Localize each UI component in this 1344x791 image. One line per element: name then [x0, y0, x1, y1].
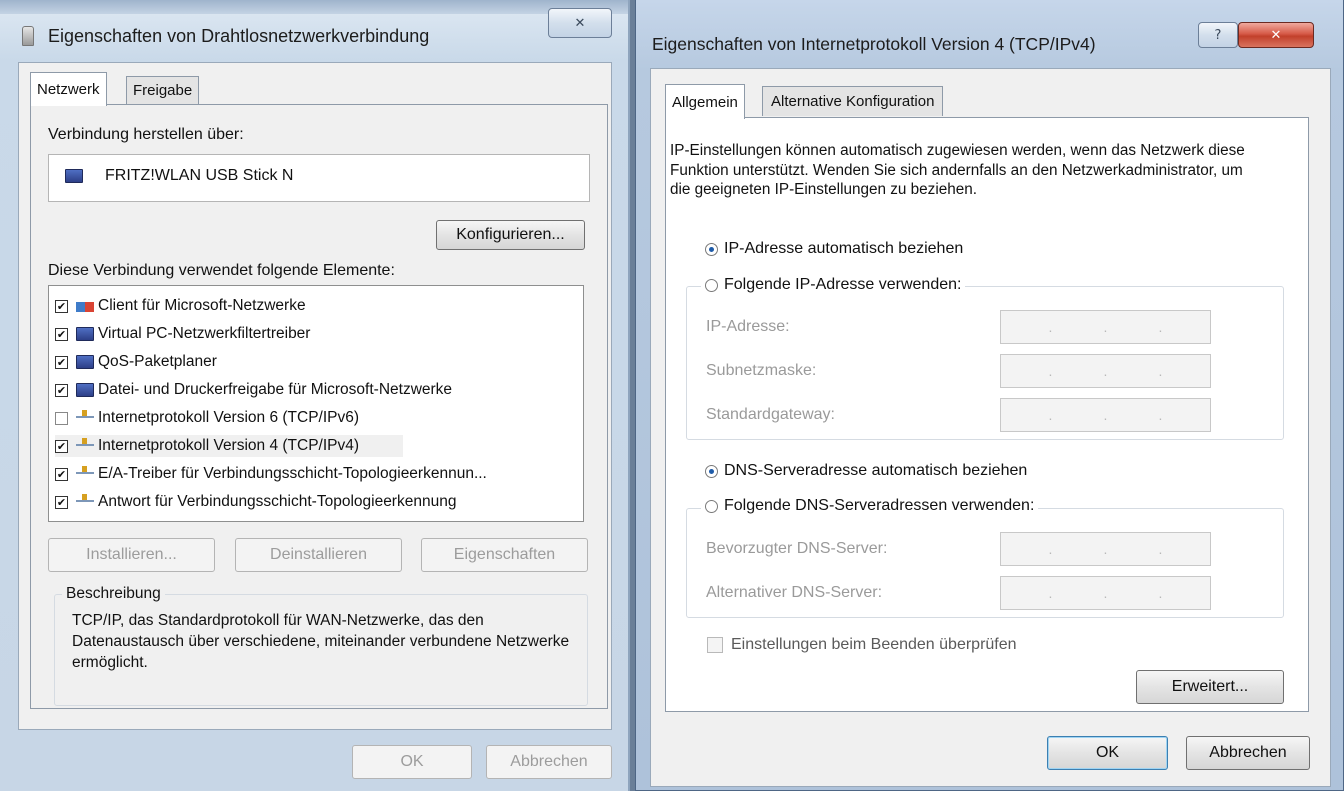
item-label: Datei- und Druckerfreigabe für Microsoft…: [98, 381, 453, 398]
item-checkbox[interactable]: ✔: [55, 355, 68, 369]
list-item[interactable]: Internetprotokoll Version 6 (TCP/IPv6): [55, 407, 359, 429]
tab-label: Allgemein: [672, 93, 738, 111]
client-icon: [76, 302, 94, 312]
item-checkbox[interactable]: [55, 411, 68, 425]
help-button[interactable]: ?: [1198, 22, 1238, 48]
right-cancel-button[interactable]: Abbrechen: [1186, 736, 1310, 770]
list-item[interactable]: ✔ Client für Microsoft-Netzwerke: [55, 295, 306, 317]
protocol-icon: [76, 438, 94, 454]
item-checkbox[interactable]: ✔: [55, 467, 68, 481]
close-icon: ✕: [1270, 27, 1282, 43]
left-ok-button[interactable]: OK: [352, 745, 472, 779]
item-checkbox[interactable]: ✔: [55, 383, 68, 397]
dns-auto-option[interactable]: DNS-Serveradresse automatisch beziehen: [705, 462, 1027, 480]
service-icon: [76, 327, 94, 341]
ip-auto-label: IP-Adresse automatisch beziehen: [724, 240, 964, 257]
close-icon: ✕: [574, 15, 586, 31]
item-label: Virtual PC-Netzwerkfiltertreiber: [98, 325, 311, 342]
adapter-name: FRITZ!WLAN USB Stick N: [105, 167, 294, 184]
alternate-dns-input[interactable]: ...: [1000, 576, 1211, 610]
item-checkbox[interactable]: ✔: [55, 299, 68, 313]
dns-manual-radio[interactable]: [705, 499, 718, 513]
preferred-dns-label: Bevorzugter DNS-Server:: [706, 540, 888, 557]
service-icon: [76, 383, 94, 397]
ip-address-label: IP-Adresse:: [706, 318, 790, 335]
dns-auto-label: DNS-Serveradresse automatisch beziehen: [724, 462, 1028, 479]
help-icon: ?: [1214, 27, 1222, 43]
left-window-title: Eigenschaften von Drahtlosnetzwerkverbin…: [48, 25, 430, 46]
list-item[interactable]: ✔ Datei- und Druckerfreigabe für Microsof…: [55, 379, 452, 401]
tab-label: Alternative Konfiguration: [771, 93, 935, 110]
ip-auto-option[interactable]: IP-Adresse automatisch beziehen: [705, 240, 963, 258]
install-button[interactable]: Installieren...: [48, 538, 215, 572]
window-top-strip: [0, 0, 628, 14]
item-checkbox[interactable]: ✔: [55, 327, 68, 341]
gateway-input[interactable]: ...: [1000, 398, 1211, 432]
item-checkbox[interactable]: ✔: [55, 495, 68, 509]
tab-label: Freigabe: [133, 82, 193, 99]
description-title: Beschreibung: [62, 585, 165, 603]
validate-settings-option[interactable]: Einstellungen beim Beenden überprüfen: [707, 636, 1017, 654]
dns-manual-label: Folgende DNS-Serveradressen verwenden:: [724, 497, 1035, 514]
validate-settings-label: Einstellungen beim Beenden überprüfen: [731, 636, 1017, 653]
item-label: E/A-Treiber für Verbindungsschicht-Topol…: [98, 465, 487, 482]
ip-address-input[interactable]: ...: [1000, 310, 1211, 344]
elements-label: Diese Verbindung verwendet folgende Elem…: [48, 262, 395, 279]
network-adapter-icon: [65, 169, 83, 183]
ip-manual-label: Folgende IP-Adresse verwenden:: [724, 276, 962, 293]
properties-button[interactable]: Eigenschaften: [421, 538, 588, 572]
list-item-selected[interactable]: ✔ Internetprotokoll Version 4 (TCP/IPv4): [55, 435, 403, 457]
list-item[interactable]: ✔ E/A-Treiber für Verbindungsschicht-Topo…: [55, 463, 487, 485]
preferred-dns-input[interactable]: ...: [1000, 532, 1211, 566]
item-label: QoS-Paketplaner: [98, 353, 217, 370]
right-window-title: Eigenschaften von Internetprotokoll Vers…: [652, 33, 1096, 54]
tab-freigabe[interactable]: Freigabe: [126, 76, 200, 104]
dns-manual-option[interactable]: Folgende DNS-Serveradressen verwenden:: [701, 497, 1039, 515]
left-cancel-button[interactable]: Abbrechen: [486, 745, 612, 779]
list-item[interactable]: ✔ Antwort für Verbindungsschicht-Topologi…: [55, 491, 456, 513]
alternate-dns-label: Alternativer DNS-Server:: [706, 584, 883, 601]
dns-auto-radio[interactable]: [705, 464, 718, 478]
left-title-bar: Eigenschaften von Drahtlosnetzwerkverbin…: [0, 14, 628, 58]
list-item[interactable]: ✔ QoS-Paketplaner: [55, 351, 217, 373]
uninstall-button[interactable]: Deinstallieren: [235, 538, 402, 572]
item-label: Antwort für Verbindungsschicht-Topologie…: [98, 493, 457, 510]
left-close-button[interactable]: ✕: [548, 8, 612, 38]
adapter-field: FRITZ!WLAN USB Stick N: [48, 154, 590, 202]
connect-via-label: Verbindung herstellen über:: [48, 126, 244, 143]
description-text: TCP/IP, das Standardprotokoll für WAN-Ne…: [72, 612, 570, 671]
ip-manual-radio[interactable]: [705, 278, 718, 292]
gateway-label: Standardgateway:: [706, 406, 835, 423]
protocol-icon: [76, 494, 94, 510]
tab-allgemein[interactable]: Allgemein: [665, 84, 745, 119]
item-label: Internetprotokoll Version 6 (TCP/IPv6): [98, 409, 360, 426]
tab-netzwerk[interactable]: Netzwerk: [30, 72, 107, 106]
advanced-button[interactable]: Erweitert...: [1136, 670, 1284, 704]
tab-alternative-konfiguration[interactable]: Alternative Konfiguration: [762, 86, 944, 116]
service-icon: [76, 355, 94, 369]
protocol-icon: [76, 466, 94, 482]
validate-settings-checkbox[interactable]: [707, 637, 723, 653]
ip-auto-radio[interactable]: [705, 242, 718, 256]
configure-button[interactable]: Konfigurieren...: [436, 220, 585, 250]
elements-list: ✔ Client für Microsoft-Netzwerke ✔ Virtual…: [48, 285, 584, 522]
protocol-icon: [76, 410, 94, 426]
ip-settings-description: IP-Einstellungen können automatisch zuge…: [670, 142, 1245, 198]
ip-manual-option[interactable]: Folgende IP-Adresse verwenden:: [701, 276, 966, 294]
item-label: Internetprotokoll Version 4 (TCP/IPv4): [98, 437, 360, 454]
item-label: Client für Microsoft-Netzwerke: [98, 297, 306, 314]
subnet-mask-input[interactable]: ...: [1000, 354, 1211, 388]
right-ok-button[interactable]: OK: [1047, 736, 1168, 770]
list-item[interactable]: ✔ Virtual PC-Netzwerkfiltertreiber: [55, 323, 310, 345]
tab-label: Netzwerk: [37, 81, 100, 98]
network-adapter-icon: [22, 26, 34, 46]
item-checkbox[interactable]: ✔: [55, 439, 68, 453]
right-close-button[interactable]: ✕: [1238, 22, 1314, 48]
subnet-mask-label: Subnetzmaske:: [706, 362, 817, 379]
